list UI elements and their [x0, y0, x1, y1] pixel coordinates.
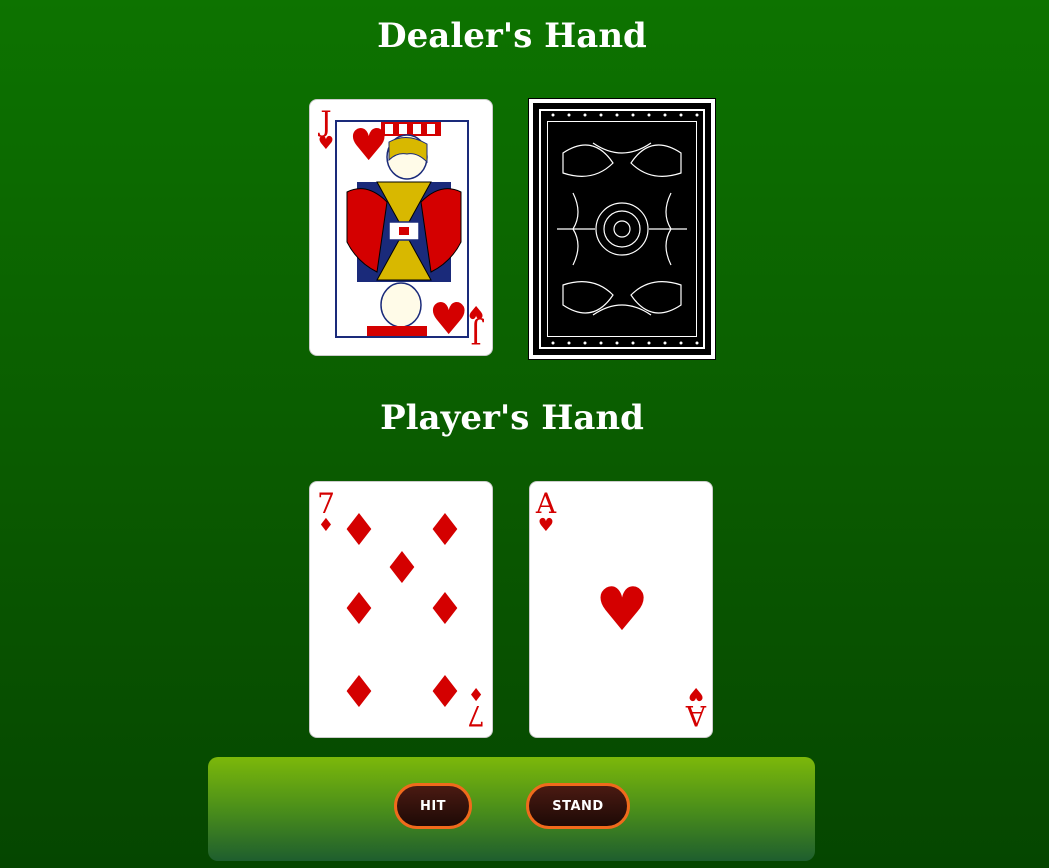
diamond-pip-icon: ♦ [425, 505, 465, 556]
card-rank: 7 [317, 487, 335, 520]
card-corner-bottom: J ♥ [463, 301, 489, 350]
card-rank: J [470, 317, 482, 350]
dealer-hand-title: Dealer's Hand [377, 16, 647, 56]
heart-pip-icon: ♥ [595, 575, 649, 645]
card-corner-top: A ♥ [533, 487, 559, 536]
card-back-pattern-icon [551, 113, 699, 345]
dealer-card-jack-of-hearts: J ♥ ♥ ♥ J ♥ [309, 99, 493, 356]
diamond-pip-icon: ♦ [382, 543, 422, 594]
diamond-pip-icon: ♦ [339, 667, 379, 718]
diamond-pip-icon: ♦ [339, 584, 379, 635]
player-card-seven-of-diamonds: 7 ♦ ♦ ♦ ♦ ♦ ♦ ♦ ♦ 7 ♦ [309, 481, 493, 738]
card-corner-bottom: 7 ♦ [463, 683, 489, 732]
action-controls-panel: HIT STAND [208, 757, 815, 861]
diamond-pip-icon: ♦ [425, 584, 465, 635]
player-card-ace-of-hearts: A ♥ ♥ A ♥ [529, 481, 713, 738]
card-corner-bottom: A ♥ [683, 683, 709, 732]
diamond-pip-icon: ♦ [425, 667, 465, 718]
heart-icon: ♥ [537, 515, 555, 536]
heart-icon: ♥ [467, 301, 485, 322]
card-rank: A [685, 699, 707, 732]
diamond-pip-icon: ♦ [339, 505, 379, 556]
svg-text:♥: ♥ [349, 122, 388, 171]
jack-face-illustration: ♥ ♥ [335, 120, 469, 338]
card-rank: 7 [467, 699, 485, 732]
player-hand-title: Player's Hand [380, 398, 644, 438]
card-rank: A [535, 487, 557, 520]
card-corner-top: 7 ♦ [313, 487, 339, 536]
diamond-icon: ♦ [317, 515, 335, 536]
stand-button[interactable]: STAND [526, 783, 630, 829]
dealer-card-face-down [528, 98, 716, 360]
hit-button[interactable]: HIT [394, 783, 472, 829]
